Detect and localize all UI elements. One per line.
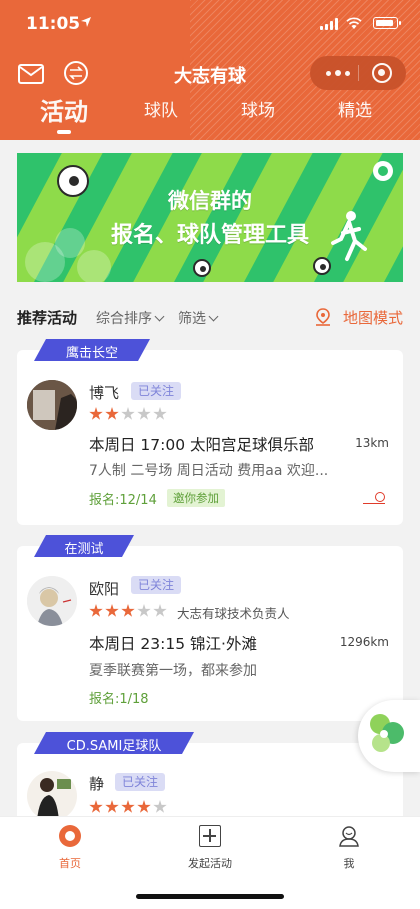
navbar: 大志有球 xyxy=(0,56,420,92)
star-icon xyxy=(121,800,135,813)
tabbar-home-label: 首页 xyxy=(59,857,81,870)
star-icon xyxy=(105,604,119,617)
followed-badge: 已关注 xyxy=(131,382,182,400)
group-tag[interactable]: CD.SAMI足球队 xyxy=(34,732,194,754)
star-icon xyxy=(121,604,135,617)
activity-card[interactable]: 欧阳 已关注 大志有球技术负责人 本周日 23:15 锦江·外滩 1296km … xyxy=(17,546,403,721)
rating-stars xyxy=(89,406,169,420)
signal-icon xyxy=(320,18,338,30)
rating-stars xyxy=(89,799,169,813)
tab-teams[interactable]: 球队 xyxy=(119,96,203,121)
banner-title-line1: 微信群的 xyxy=(168,189,252,213)
activity-card[interactable]: 博飞 已关注 本周日 17:00 太阳宫足球俱乐部 13km 7人制 二号场 周… xyxy=(17,350,403,525)
tabbar-home[interactable]: 首页 xyxy=(20,825,120,871)
status-time: 11:05 xyxy=(26,14,81,34)
tabbar-me[interactable]: 我 xyxy=(299,825,399,871)
filter-label: 筛选 xyxy=(178,311,206,327)
star-icon xyxy=(105,800,119,813)
star-icon xyxy=(153,800,167,813)
activity-time-location: 本周日 17:00 太阳宫足球俱乐部 xyxy=(89,436,315,454)
signup-count: 报名:1/18 xyxy=(89,692,149,707)
star-icon xyxy=(137,407,151,420)
tab-featured[interactable]: 精选 xyxy=(313,96,397,121)
activity-time-location: 本周日 23:15 锦江·外滩 xyxy=(89,635,257,653)
star-icon xyxy=(121,407,135,420)
tab-fields[interactable]: 球场 xyxy=(216,96,300,121)
organizer-name[interactable]: 博飞 xyxy=(89,382,119,403)
promo-banner[interactable]: 微信群的 报名、球队管理工具 xyxy=(17,153,403,282)
recommended-label: 推荐活动 xyxy=(17,309,78,327)
distance: 13km xyxy=(355,436,389,450)
tabbar-create-label: 发起活动 xyxy=(188,857,232,870)
avatar[interactable] xyxy=(27,576,77,626)
star-icon xyxy=(137,800,151,813)
organizer-role: 大志有球技术负责人 xyxy=(177,606,290,621)
top-tabs: 活动 球队 球场 精选 xyxy=(0,96,420,140)
star-icon xyxy=(153,407,167,420)
floating-action-button[interactable] xyxy=(358,700,420,772)
status-bar: 11:05 xyxy=(0,14,420,38)
header: 11:05 大志有球 活动 球队 球场 精选 xyxy=(0,0,420,140)
star-icon xyxy=(153,604,167,617)
distance: 1296km xyxy=(339,635,389,649)
battery-icon xyxy=(373,17,401,29)
app-logo-icon xyxy=(373,161,393,181)
star-icon xyxy=(105,407,119,420)
avatar[interactable] xyxy=(27,380,77,430)
map-mode-button[interactable]: 地图模式 xyxy=(343,307,403,328)
followed-badge: 已关注 xyxy=(115,773,166,791)
followed-badge: 已关注 xyxy=(131,576,182,594)
organizer-name[interactable]: 欧阳 xyxy=(89,578,119,599)
star-icon xyxy=(89,407,103,420)
tab-activity[interactable]: 活动 xyxy=(22,92,106,127)
star-icon xyxy=(89,604,103,617)
active-tab-indicator xyxy=(57,130,71,134)
tabbar-me-label: 我 xyxy=(343,857,355,870)
mini-program-capsule xyxy=(310,56,406,90)
signup-count: 报名:12/14 xyxy=(89,493,157,508)
home-ball-icon xyxy=(59,825,81,847)
star-icon xyxy=(137,604,151,617)
capsule-divider xyxy=(358,65,359,81)
rating-stars xyxy=(89,603,169,617)
filter-dropdown[interactable]: 筛选 xyxy=(178,308,219,328)
group-tag[interactable]: 鹰击长空 xyxy=(34,339,150,361)
sort-label: 综合排序 xyxy=(96,311,152,327)
more-dots-icon[interactable] xyxy=(324,66,354,80)
soccer-ball-icon xyxy=(193,259,211,277)
map-pin-icon xyxy=(316,308,330,326)
group-tag[interactable]: 在测试 xyxy=(34,535,134,557)
full-indicator-icon xyxy=(363,492,385,504)
tabbar-create-activity[interactable]: 发起活动 xyxy=(160,825,260,871)
activity-description: 7人制 二号场 周日活动 费用aa 欢迎... xyxy=(89,463,329,479)
avatar[interactable] xyxy=(27,771,77,821)
filter-row: 推荐活动 综合排序 筛选 地图模式 xyxy=(0,305,420,331)
chevron-down-icon xyxy=(208,311,219,322)
location-arrow-icon xyxy=(81,17,91,27)
chevron-down-icon xyxy=(154,311,165,322)
invite-badge: 邀你参加 xyxy=(167,489,225,507)
activity-description: 夏季联赛第一场，都来参加 xyxy=(89,663,257,679)
home-indicator xyxy=(136,894,284,899)
banner-title-line2: 报名、球队管理工具 xyxy=(110,223,309,248)
sort-dropdown[interactable]: 综合排序 xyxy=(96,308,165,328)
add-square-icon xyxy=(199,825,221,847)
close-circle-icon[interactable] xyxy=(372,63,392,83)
organizer-name[interactable]: 静 xyxy=(89,773,104,794)
star-icon xyxy=(89,800,103,813)
wifi-icon xyxy=(346,17,362,29)
profile-icon xyxy=(339,826,359,847)
